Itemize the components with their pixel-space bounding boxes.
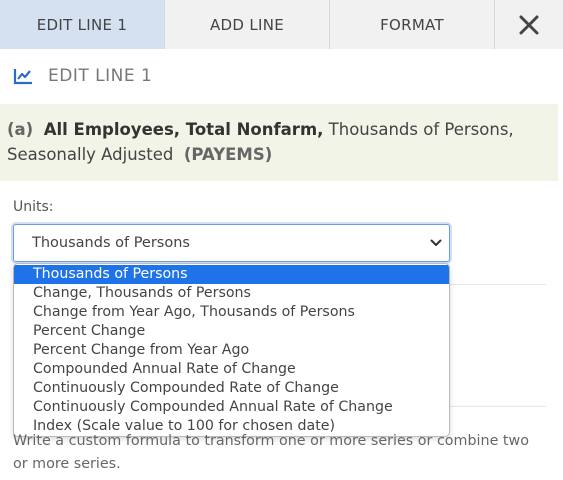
- units-option[interactable]: Thousands of Persons: [14, 265, 449, 284]
- section-title: EDIT LINE 1: [48, 66, 153, 86]
- units-select[interactable]: Thousands of Persons: [13, 224, 450, 262]
- series-code: (PAYEMS): [183, 145, 273, 164]
- units-option[interactable]: Continuously Compounded Rate of Change: [14, 379, 449, 398]
- series-tag: (a): [7, 120, 34, 139]
- units-label: Units:: [13, 199, 54, 215]
- series-name: All Employees, Total Nonfarm,: [43, 120, 324, 139]
- close-button[interactable]: [495, 0, 563, 49]
- tab-edit-line-1[interactable]: EDIT LINE 1: [0, 0, 165, 49]
- close-icon: [519, 15, 539, 34]
- units-dropdown-list: Thousands of Persons Change, Thousands o…: [13, 263, 450, 437]
- tab-format[interactable]: FORMAT: [330, 0, 495, 49]
- units-selected-value: Thousands of Persons: [32, 235, 190, 251]
- formula-help-text: Write a custom formula to transform one …: [13, 433, 529, 472]
- tab-add-line[interactable]: ADD LINE: [165, 0, 330, 49]
- units-option[interactable]: Percent Change: [14, 322, 449, 341]
- series-info: (a) All Employees, Total Nonfarm, Thousa…: [0, 104, 558, 181]
- divider: [450, 406, 546, 407]
- units-option[interactable]: Compounded Annual Rate of Change: [14, 360, 449, 379]
- section-header: EDIT LINE 1: [13, 63, 152, 89]
- tab-bar: EDIT LINE 1 ADD LINE FORMAT: [0, 0, 563, 49]
- units-option[interactable]: Change from Year Ago, Thousands of Perso…: [14, 303, 449, 322]
- units-option[interactable]: Change, Thousands of Persons: [14, 284, 449, 303]
- units-option[interactable]: Percent Change from Year Ago: [14, 341, 449, 360]
- units-option[interactable]: Continuously Compounded Annual Rate of C…: [14, 398, 449, 417]
- divider: [450, 284, 546, 285]
- line-chart-icon: [13, 69, 32, 85]
- chevron-down-icon: [430, 239, 442, 246]
